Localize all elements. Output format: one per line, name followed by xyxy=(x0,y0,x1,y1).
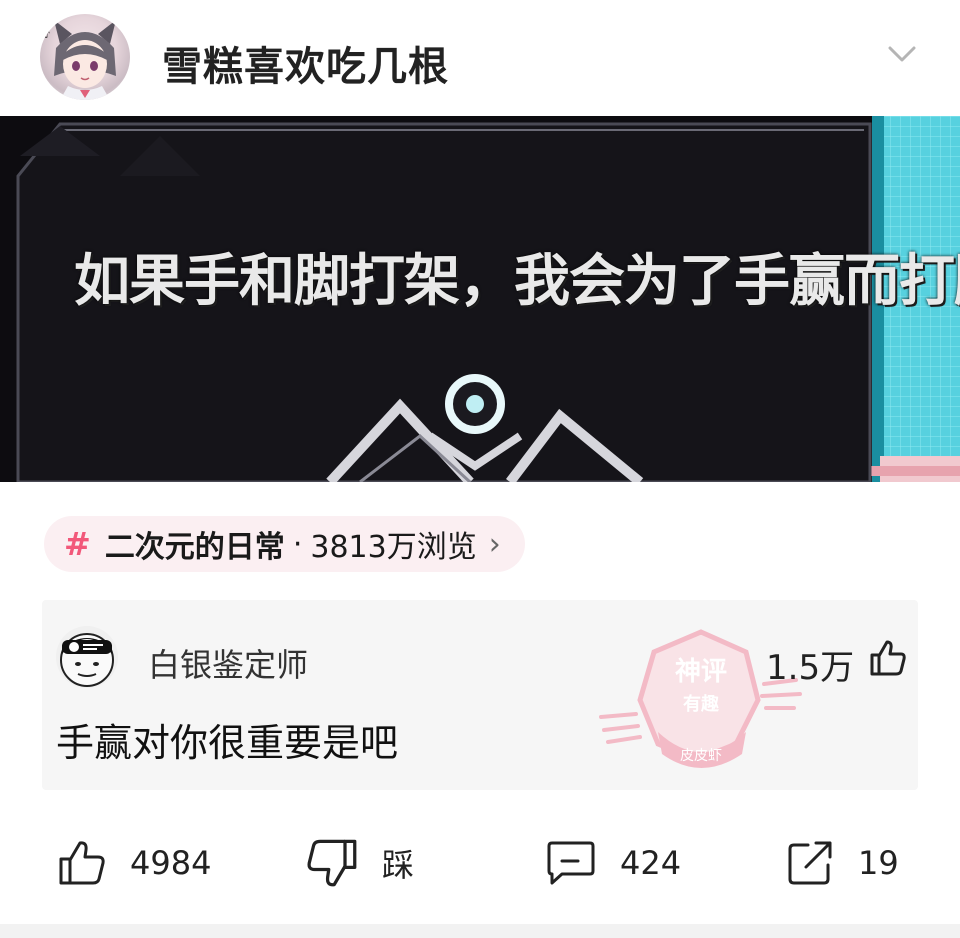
dislike-label: 踩 xyxy=(382,846,415,884)
like-count: 4984 xyxy=(130,844,212,882)
thumbs-down-icon xyxy=(306,837,358,889)
svg-text:♪: ♪ xyxy=(44,30,50,41)
topic-name: 二次元的日常 xyxy=(104,530,285,565)
topic-views: 3813万浏览 xyxy=(310,530,477,565)
comment-count: 424 xyxy=(620,844,682,882)
badge-line3: 皮皮虾 xyxy=(680,748,722,764)
author-avatar[interactable]: ♪ xyxy=(40,14,130,100)
comment-action[interactable]: 424 xyxy=(546,820,681,906)
like-action[interactable]: 4984 xyxy=(58,820,211,906)
hashtag-icon: # xyxy=(64,525,91,563)
share-action[interactable]: 19 xyxy=(786,820,899,906)
post-image[interactable]: 如果手和脚打架，我会为了手赢而打脚 xyxy=(0,116,960,482)
commenter-avatar[interactable] xyxy=(56,626,118,688)
action-bar: 4984 踩 424 19 xyxy=(0,820,960,906)
topic-separator: · xyxy=(292,526,303,562)
commenter-name[interactable]: 白银鉴定师 xyxy=(148,640,308,686)
dislike-action[interactable]: 踩 xyxy=(306,820,414,906)
image-caption: 如果手和脚打架，我会为了手赢而打脚 xyxy=(74,249,960,314)
comment-text: 手赢对你很重要是吧 xyxy=(56,721,399,765)
topic-chip[interactable]: # 二次元的日常 · 3813万浏览 › xyxy=(44,516,525,572)
share-icon xyxy=(786,839,834,887)
comment-bubble-icon xyxy=(546,839,596,887)
post-header: ♪ 雪糕喜欢吃几根 xyxy=(0,0,960,116)
comment-like-count: 1.5万 xyxy=(766,648,855,688)
badge-line1: 神评 xyxy=(675,657,727,687)
thumbs-up-icon[interactable] xyxy=(868,638,908,678)
share-count: 19 xyxy=(858,844,899,882)
top-comment[interactable]: 白银鉴定师 手赢对你很重要是吧 神评 有趣 皮皮虾 1.5万 xyxy=(42,600,918,790)
post-title: 雪糕喜欢吃几根 xyxy=(162,44,449,90)
chevron-right-icon: › xyxy=(488,526,501,562)
thumbs-up-icon xyxy=(58,839,106,887)
badge-line2: 有趣 xyxy=(683,693,720,715)
chevron-down-icon[interactable] xyxy=(882,40,922,70)
divider xyxy=(0,924,960,938)
